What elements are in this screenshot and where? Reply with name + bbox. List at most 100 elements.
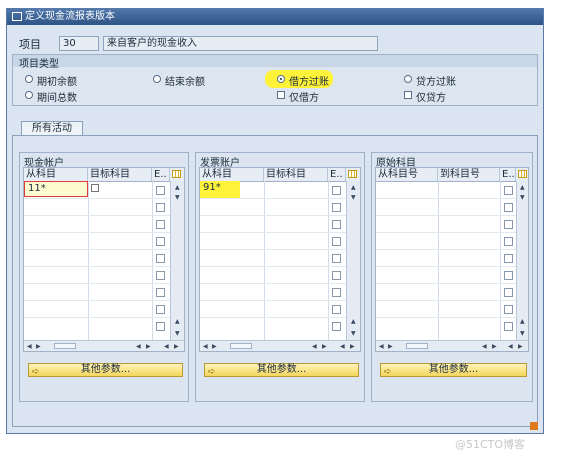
scroll-left-icon[interactable]: ◀ [164,344,169,350]
scroll-left-icon[interactable]: ◀ [340,344,345,350]
row-checkbox[interactable] [332,237,341,246]
item-number-field[interactable]: 30 [59,36,99,51]
resize-grip-icon[interactable] [530,422,538,430]
cash-vertical-scrollbar[interactable]: ▲ ▼ ▲ ▼ [170,181,184,341]
scroll-left-icon[interactable]: ◀ [508,344,513,350]
invoice-from-account-cell[interactable]: 91* [200,181,264,197]
scroll-down-icon[interactable]: ▼ [351,331,356,337]
scroll-down-icon[interactable]: ▼ [520,331,525,337]
scroll-down-icon[interactable]: ▼ [175,195,180,201]
row-checkbox[interactable] [156,254,165,263]
invoice-horizontal-scrollbar[interactable]: ◀ ▶ ◀ ▶ ◀ ▶ [200,340,360,351]
row-checkbox[interactable] [504,186,513,195]
row-checkbox[interactable] [504,254,513,263]
cash-col-target-account[interactable]: 目标科目 [88,168,152,181]
scroll-left-icon[interactable]: ◀ [312,344,317,350]
row-checkbox[interactable] [504,305,513,314]
scroll-left-icon[interactable]: ◀ [482,344,487,350]
scroll-up-icon[interactable]: ▲ [351,185,356,191]
scroll-up-icon[interactable]: ▲ [520,185,525,191]
scroll-left-icon[interactable]: ◀ [203,344,208,350]
row-checkbox[interactable] [332,203,341,212]
checkbox-debit-only[interactable]: 仅借方 [277,89,357,104]
cash-from-account-cell[interactable]: 11* [24,181,88,197]
row-checkbox[interactable] [504,322,513,331]
cash-horizontal-scrollbar[interactable]: ◀ ▶ ◀ ▶ ◀ ▶ [24,340,184,351]
scroll-right-icon[interactable]: ▶ [518,344,523,350]
table-settings-icon[interactable] [518,170,527,178]
scroll-down-icon[interactable]: ▼ [520,195,525,201]
row-checkbox[interactable] [332,288,341,297]
row-checkbox[interactable] [156,203,165,212]
scroll-right-icon[interactable]: ▶ [492,344,497,350]
invoice-col-e[interactable]: E.. [328,168,346,181]
scroll-right-icon[interactable]: ▶ [350,344,355,350]
row-checkbox[interactable] [504,237,513,246]
scroll-thumb[interactable] [230,343,252,349]
row-checkbox[interactable] [156,271,165,280]
orig-other-params-button[interactable]: ➪ 其他参数... [380,363,527,377]
row-checkbox[interactable] [332,254,341,263]
radio-debit-posting-circle[interactable] [277,75,285,83]
checkbox-credit-only-box[interactable] [404,91,412,99]
scroll-right-icon[interactable]: ▶ [388,344,393,350]
row-checkbox[interactable] [156,305,165,314]
checkbox-credit-only[interactable]: 仅贷方 [404,89,484,104]
radio-credit-posting[interactable]: 贷方过账 [404,73,484,88]
value-help-icon[interactable] [91,184,99,192]
radio-opening-balance[interactable]: 期初余额 [25,73,125,88]
row-checkbox[interactable] [332,186,341,195]
cash-col-e[interactable]: E.. [152,168,170,181]
row-checkbox[interactable] [156,220,165,229]
scroll-thumb[interactable] [54,343,76,349]
row-checkbox[interactable] [504,288,513,297]
row-checkbox[interactable] [504,203,513,212]
orig-horizontal-scrollbar[interactable]: ◀ ▶ ◀ ▶ ◀ ▶ [376,340,528,351]
scroll-right-icon[interactable]: ▶ [174,344,179,350]
row-checkbox[interactable] [504,271,513,280]
scroll-up-icon[interactable]: ▲ [175,319,180,325]
orig-col-e[interactable]: E.. [500,168,516,181]
table-settings-icon[interactable] [348,170,357,178]
tab-all-activities[interactable]: 所有活动 [21,121,83,136]
scroll-right-icon[interactable]: ▶ [36,344,41,350]
scroll-right-icon[interactable]: ▶ [322,344,327,350]
checkbox-debit-only-box[interactable] [277,91,285,99]
scroll-down-icon[interactable]: ▼ [175,331,180,337]
invoice-vertical-scrollbar[interactable]: ▲ ▼ ▲ ▼ [346,181,360,341]
radio-period-total[interactable]: 期间总数 [25,89,125,104]
radio-ending-balance[interactable]: 结束余额 [153,73,253,88]
invoice-col-target-account[interactable]: 目标科目 [264,168,328,181]
scroll-left-icon[interactable]: ◀ [136,344,141,350]
scroll-up-icon[interactable]: ▲ [520,319,525,325]
cash-other-params-button[interactable]: ➪ 其他参数... [28,363,183,377]
row-checkbox[interactable] [504,220,513,229]
row-checkbox[interactable] [332,305,341,314]
row-checkbox[interactable] [332,271,341,280]
scroll-right-icon[interactable]: ▶ [146,344,151,350]
scroll-right-icon[interactable]: ▶ [212,344,217,350]
cash-col-from-account[interactable]: 从科目 [24,168,88,181]
invoice-col-from-account[interactable]: 从科目 [200,168,264,181]
radio-debit-posting[interactable]: 借方过账 [277,73,357,88]
row-checkbox[interactable] [332,220,341,229]
orig-vertical-scrollbar[interactable]: ▲ ▼ ▲ ▼ [516,181,528,341]
row-checkbox[interactable] [156,322,165,331]
invoice-other-params-button[interactable]: ➪ 其他参数... [204,363,359,377]
orig-col-to-account-no[interactable]: 到科目号 [438,168,500,181]
orig-col-from-account-no[interactable]: 从科目号 [376,168,438,181]
radio-period-total-circle[interactable] [25,91,33,99]
radio-credit-posting-circle[interactable] [404,75,412,83]
radio-ending-balance-circle[interactable] [153,75,161,83]
scroll-down-icon[interactable]: ▼ [351,195,356,201]
item-description-field[interactable]: 来自客户的现金收入 [103,36,378,51]
scroll-up-icon[interactable]: ▲ [351,319,356,325]
scroll-thumb[interactable] [406,343,428,349]
row-checkbox[interactable] [156,186,165,195]
radio-opening-balance-circle[interactable] [25,75,33,83]
row-checkbox[interactable] [332,322,341,331]
scroll-left-icon[interactable]: ◀ [379,344,384,350]
scroll-left-icon[interactable]: ◀ [27,344,32,350]
scroll-up-icon[interactable]: ▲ [175,185,180,191]
row-checkbox[interactable] [156,288,165,297]
